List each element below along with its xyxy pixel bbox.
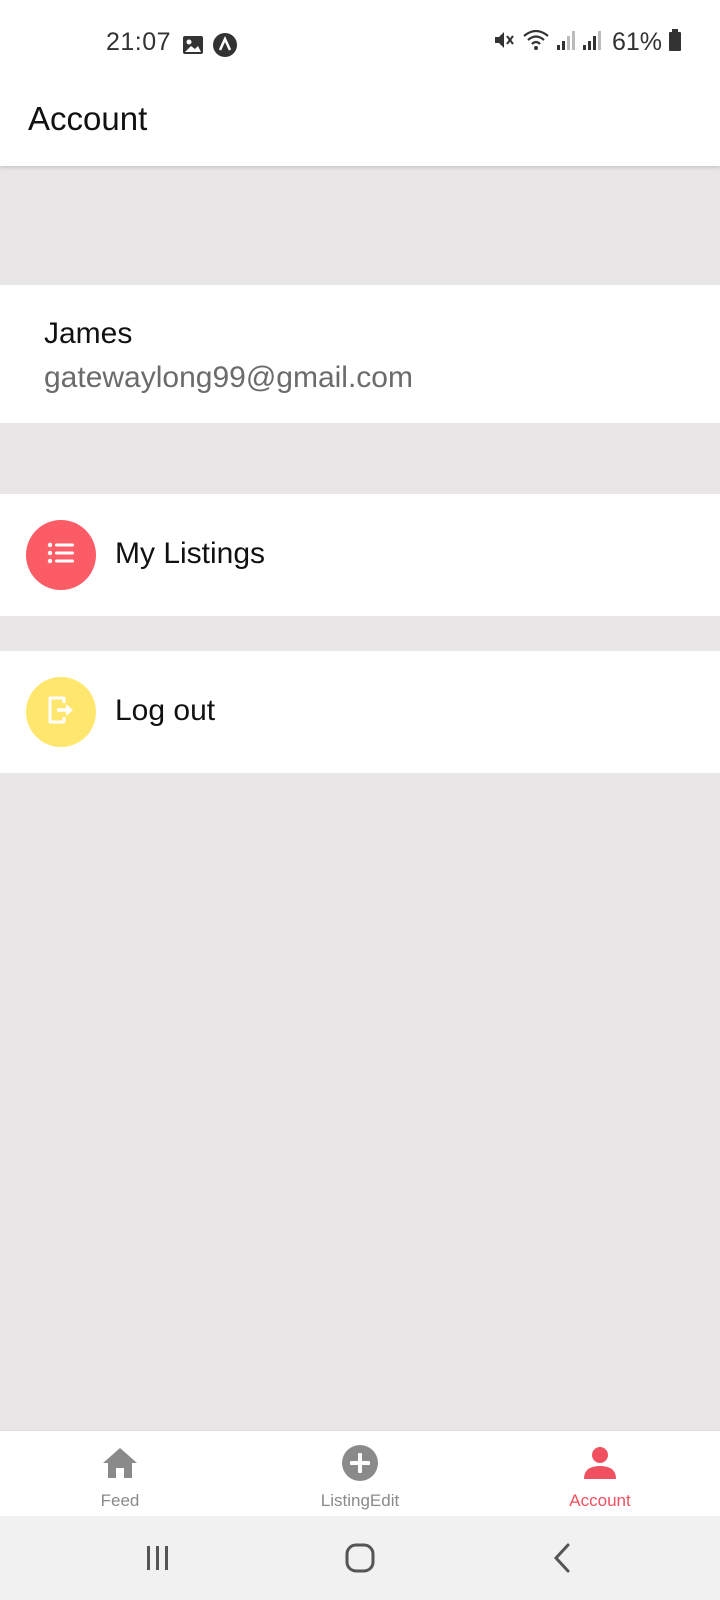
home-button-icon[interactable] <box>330 1538 390 1578</box>
my-listings-icon-circle <box>26 520 96 590</box>
gallery-icon <box>182 35 204 60</box>
status-right-icons: 61% <box>492 28 682 57</box>
logout-icon-circle <box>26 677 96 747</box>
logout-item[interactable]: Log out <box>0 651 720 773</box>
tab-listing-edit[interactable]: ListingEdit <box>240 1431 480 1517</box>
back-icon[interactable] <box>532 1538 592 1578</box>
my-listings-item[interactable]: My Listings <box>0 494 720 616</box>
profile-name: James <box>44 317 133 350</box>
battery-percent: 61% <box>611 28 662 56</box>
profile-card[interactable]: James gatewaylong99@gmail.com <box>0 285 720 423</box>
app-bar: Account <box>0 88 720 166</box>
signal-icon <box>556 29 576 56</box>
bottom-tab-bar: Feed ListingEdit Account <box>0 1430 720 1516</box>
tab-account-label: Account <box>569 1491 631 1510</box>
tab-feed-label: Feed <box>100 1491 140 1510</box>
my-listings-label: My Listings <box>115 537 266 570</box>
account-icon <box>580 1443 620 1483</box>
status-left-icons <box>182 32 238 63</box>
home-icon <box>100 1443 140 1483</box>
wifi-icon <box>522 28 550 57</box>
profile-email: gatewaylong99@gmail.com <box>44 361 413 394</box>
tab-listing-edit-label: ListingEdit <box>320 1491 400 1510</box>
signal-icon <box>582 29 602 56</box>
mute-icon <box>492 28 516 57</box>
logout-label: Log out <box>115 694 216 727</box>
app-notification-icon <box>212 32 238 63</box>
recents-icon[interactable] <box>128 1538 188 1578</box>
tab-account[interactable]: Account <box>480 1431 720 1517</box>
list-icon <box>46 541 76 570</box>
system-nav-bar <box>0 1516 720 1600</box>
status-bar: 21:07 61% <box>0 0 720 88</box>
battery-icon <box>668 28 682 57</box>
plus-circle-icon <box>340 1443 380 1483</box>
logout-icon <box>46 694 76 731</box>
status-time: 21:07 <box>106 28 172 56</box>
tab-feed[interactable]: Feed <box>0 1431 240 1517</box>
page-title: Account <box>28 100 148 137</box>
